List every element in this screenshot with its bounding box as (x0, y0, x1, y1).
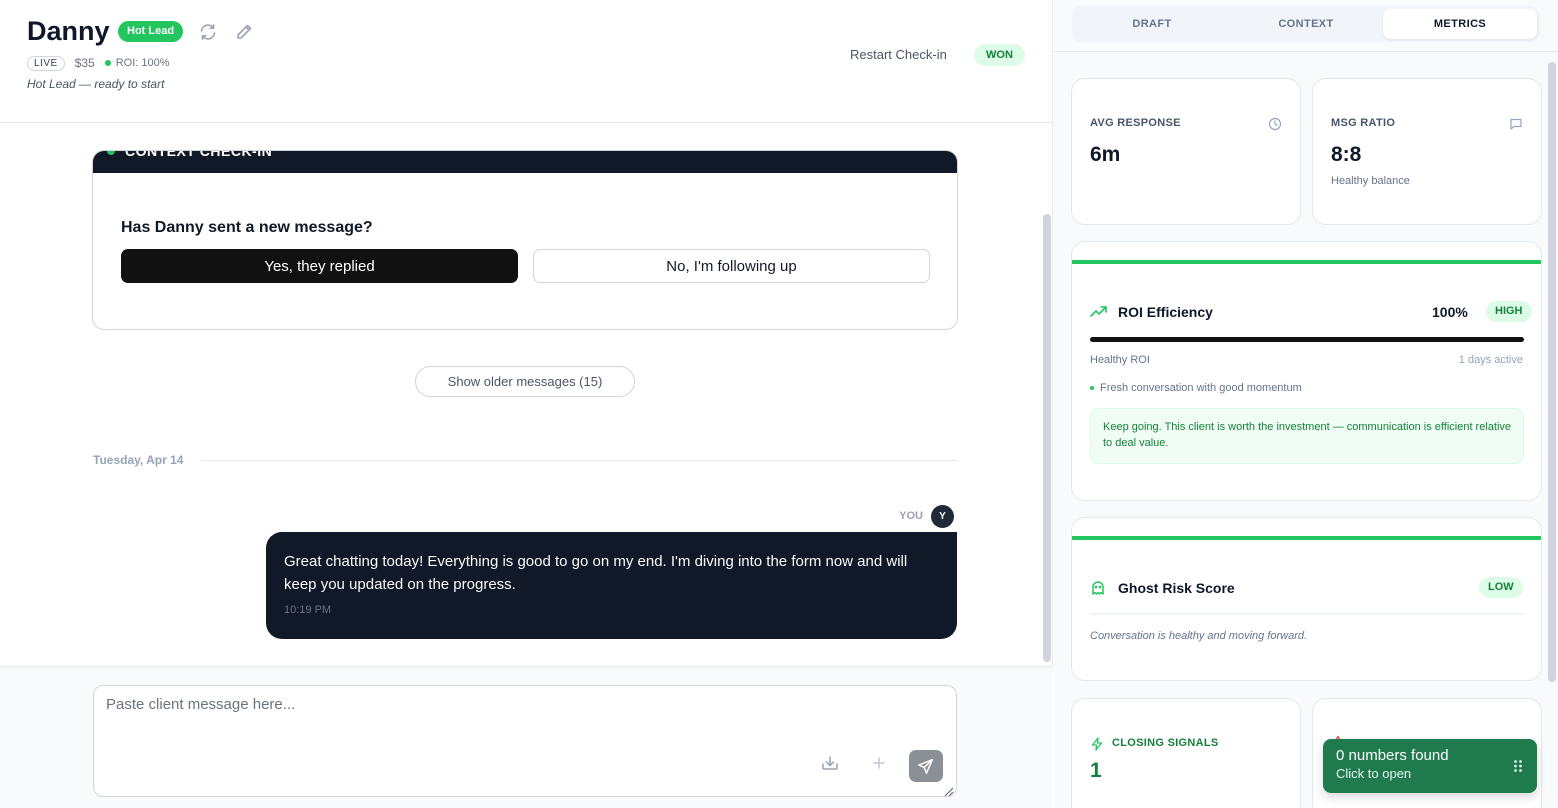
message-icon (1509, 117, 1523, 131)
checkin-dot-icon (107, 151, 115, 155)
checkin-question: Has Danny sent a new message? (121, 219, 373, 236)
divider-line (201, 459, 957, 461)
chat-scrollbar[interactable] (1043, 214, 1051, 662)
yes-replied-button[interactable]: Yes, they replied (121, 249, 518, 283)
import-download-icon[interactable] (820, 753, 840, 773)
tab-draft[interactable]: DRAFT (1075, 9, 1229, 39)
numbers-found-toast[interactable]: 0 numbers found Click to open (1323, 739, 1537, 793)
deal-amount: $35 (74, 56, 95, 70)
lightning-icon (1090, 737, 1104, 751)
roi-percent: 100% (1432, 304, 1468, 320)
roi-progress-fill (1090, 337, 1524, 342)
conversation-panel: Danny Hot Lead LIVE $35 ROI: 100% Hot Le… (0, 0, 1053, 808)
msg-ratio-value: 8:8 (1331, 143, 1362, 166)
trending-up-icon (1090, 305, 1108, 319)
app-root: Danny Hot Lead LIVE $35 ROI: 100% Hot Le… (0, 0, 1558, 808)
roi-meta-text: ROI: 100% (115, 57, 170, 69)
msg-ratio-sub: Healthy balance (1331, 175, 1410, 187)
edit-pencil-icon[interactable] (234, 22, 254, 42)
roi-insight: Fresh conversation with good momentum (1090, 382, 1302, 394)
date-divider: Tuesday, Apr 14 (93, 452, 957, 468)
avatar: Y (931, 504, 954, 528)
toast-sub: Click to open (1336, 766, 1412, 781)
resize-grip-icon[interactable] (942, 784, 954, 797)
ghost-icon (1090, 580, 1106, 596)
lead-status-line: Hot Lead — ready to start (27, 77, 165, 91)
send-button[interactable] (909, 750, 943, 782)
context-checkin-bar: CONTEXT CHECK-IN (93, 150, 957, 173)
message-bubble[interactable]: Great chatting today! Everything is good… (266, 532, 957, 639)
lead-name: Danny (27, 16, 110, 46)
client-message-input[interactable] (106, 696, 936, 746)
roi-days-active: 1 days active (1458, 354, 1523, 366)
roi-health-label: Healthy ROI (1090, 354, 1150, 366)
clock-icon (1268, 117, 1282, 131)
tab-metrics[interactable]: METRICS (1383, 9, 1537, 39)
avg-response-value: 6m (1090, 143, 1121, 166)
msg-ratio-card: MSG RATIO 8:8 Healthy balance (1312, 78, 1542, 225)
add-plus-icon[interactable] (869, 753, 889, 773)
ghost-risk-meter (1090, 613, 1524, 615)
following-up-button[interactable]: No, I'm following up (533, 249, 930, 283)
avg-response-card: AVG RESPONSE 6m (1071, 78, 1301, 225)
context-checkin-title: CONTEXT CHECK-IN (125, 150, 273, 159)
closing-signals-card: CLOSING SIGNALS 1 (1071, 698, 1301, 808)
drag-handle-icon[interactable] (1513, 759, 1523, 773)
ghost-risk-desc: Conversation is healthy and moving forwa… (1090, 630, 1308, 642)
ghost-risk-card: Ghost Risk Score LOW Conversation is hea… (1071, 517, 1542, 681)
closing-signals-label: CLOSING SIGNALS (1112, 737, 1219, 749)
message-text: Great chatting today! Everything is good… (284, 553, 908, 593)
stage-badge[interactable]: WON (974, 44, 1025, 66)
composer (93, 685, 957, 797)
ghost-accent-bar (1072, 536, 1541, 540)
refresh-icon[interactable] (198, 22, 218, 42)
roi-insight-text: Fresh conversation with good momentum (1100, 382, 1302, 394)
roi-accent-bar (1072, 260, 1541, 264)
closing-signals-value: 1 (1090, 759, 1102, 782)
bullet-dot-icon (1090, 386, 1094, 390)
message-time: 10:19 PM (284, 604, 332, 616)
roi-title: ROI Efficiency (1118, 304, 1213, 320)
roi-progress-bar (1090, 337, 1524, 342)
ghost-risk-badge: LOW (1479, 577, 1523, 598)
roi-dot-icon (104, 60, 111, 66)
roi-efficiency-card: ROI Efficiency 100% HIGH Healthy ROI 1 d… (1071, 241, 1542, 501)
panel-tabs: DRAFT CONTEXT METRICS (1072, 6, 1540, 42)
ghost-risk-title: Ghost Risk Score (1118, 580, 1235, 596)
context-checkin-card: CONTEXT CHECK-IN Has Danny sent a new me… (92, 150, 958, 330)
live-pill: LIVE (27, 55, 65, 71)
sender-label: YOU (899, 510, 923, 522)
roi-indicator: ROI: 100% (104, 57, 170, 69)
tabs-divider (1054, 51, 1558, 52)
send-icon (918, 758, 934, 774)
insights-panel: DRAFT CONTEXT METRICS AVG RESPONSE 6m MS… (1054, 0, 1558, 808)
avg-response-label: AVG RESPONSE (1090, 117, 1181, 129)
tab-context[interactable]: CONTEXT (1229, 9, 1383, 39)
msg-ratio-label: MSG RATIO (1331, 117, 1396, 129)
lead-header: Danny Hot Lead LIVE $35 ROI: 100% Hot Le… (0, 0, 1053, 123)
date-label: Tuesday, Apr 14 (93, 453, 184, 467)
roi-high-badge: HIGH (1486, 301, 1532, 322)
panel-scrollbar[interactable] (1548, 62, 1556, 682)
lead-meta: LIVE $35 ROI: 100% (27, 54, 170, 72)
lead-status-badge: Hot Lead (118, 21, 184, 42)
roi-recommendation: Keep going. This client is worth the inv… (1090, 408, 1524, 464)
toast-title: 0 numbers found (1336, 747, 1449, 764)
show-older-messages-button[interactable]: Show older messages (15) (415, 366, 635, 397)
message-sender: YOU Y (860, 504, 954, 528)
restart-checkin-link[interactable]: Restart Check-in (850, 47, 947, 62)
